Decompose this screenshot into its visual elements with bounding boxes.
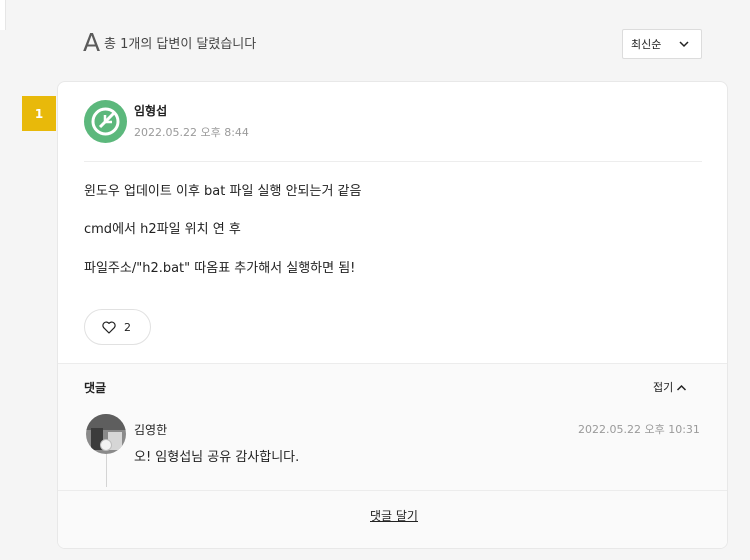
answer-body-line: 파일주소/"h2.bat" 따옴표 추가해서 실행하면 됨! bbox=[84, 261, 356, 276]
answer-body-line: 윈도우 업데이트 이후 bat 파일 실행 안되는거 같음 bbox=[84, 184, 362, 199]
collapse-comments-button[interactable]: 접기 bbox=[653, 381, 693, 397]
answer-card: 임형섭 2022.05.22 오후 8:44 윈도우 업데이트 이후 bat 파… bbox=[57, 81, 728, 549]
comment-author[interactable]: 김영한 bbox=[134, 423, 167, 437]
write-comment-link[interactable]: 댓글 달기 bbox=[370, 509, 418, 523]
comments-title: 댓글 bbox=[84, 381, 107, 395]
answer-author[interactable]: 임형섭 bbox=[134, 104, 167, 118]
heart-icon bbox=[102, 321, 116, 334]
leaf-avatar-icon[interactable] bbox=[84, 100, 127, 143]
collapse-label: 접기 bbox=[653, 381, 674, 394]
left-edge-stub bbox=[0, 0, 6, 30]
sort-selected-label: 최신순 bbox=[631, 38, 662, 51]
answers-header: A 총 1개의 답변이 달렸습니다 최신순 bbox=[83, 28, 703, 62]
answer-count-text: 총 1개의 답변이 달렸습니다 bbox=[104, 37, 257, 52]
divider bbox=[84, 161, 702, 162]
chevron-down-icon bbox=[679, 41, 689, 48]
answer-mark: A bbox=[83, 28, 101, 57]
comment-write-area: 댓글 달기 bbox=[58, 490, 727, 548]
commenter-avatar[interactable] bbox=[86, 414, 126, 454]
comments-section: 댓글 접기 김영한 2022.05.22 오후 10:31 오! 임형섭님 공유… bbox=[58, 363, 727, 548]
chevron-up-icon bbox=[676, 384, 687, 391]
sort-select[interactable]: 최신순 bbox=[622, 29, 702, 59]
like-button[interactable]: 2 bbox=[84, 309, 151, 345]
answer-date: 2022.05.22 오후 8:44 bbox=[134, 126, 249, 139]
comment-date: 2022.05.22 오후 10:31 bbox=[578, 423, 700, 436]
comment-text: 오! 임형섭님 공유 감사합니다. bbox=[134, 450, 300, 465]
answer-body-line: cmd에서 h2파일 위치 연 후 bbox=[84, 222, 241, 237]
like-count: 2 bbox=[124, 321, 131, 334]
answer-rank-badge: 1 bbox=[22, 96, 56, 131]
